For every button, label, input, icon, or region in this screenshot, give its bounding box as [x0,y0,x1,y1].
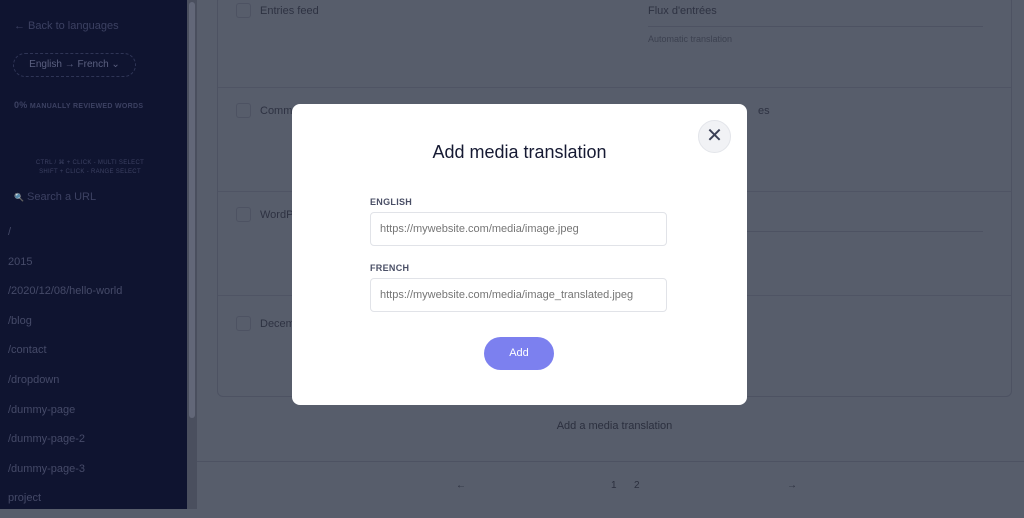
target-text[interactable]: Flux d'entrées [648,5,717,17]
search-url-input[interactable]: 🔍 Search a URL [14,191,96,203]
table-row: Entries feed Flux d'entrées Automatic tr… [218,0,1011,88]
url-item[interactable]: /dropdown [8,370,122,400]
url-item[interactable]: /dummy-page [8,400,122,430]
search-placeholder: Search a URL [27,191,97,203]
english-url-input[interactable] [370,212,667,246]
page-1-button[interactable]: 1 [611,480,617,491]
url-item[interactable]: /dummy-page-3 [8,459,122,489]
back-to-languages-link[interactable]: ← Back to languages [14,20,119,32]
url-item[interactable]: / [8,222,122,252]
reviewed-label: MANUALLY REVIEWED WORDS [29,103,144,110]
add-button[interactable]: Add [484,337,554,370]
url-item[interactable]: 2015 [8,252,122,282]
url-list: / 2015 /2020/12/08/hello-world /blog /co… [8,222,122,518]
reviewed-words-stat: 0% MANUALLY REVIEWED WORDS [14,100,143,110]
page-2-button[interactable]: 2 [634,480,640,491]
row-checkbox[interactable] [236,207,251,222]
range-select-hint: SHIFT + CLICK - RANGE SELECT [39,169,141,175]
url-item[interactable]: /2020/12/08/hello-world [8,281,122,311]
source-text: Decem [260,318,295,330]
english-label: ENGLISH [370,197,413,207]
french-url-input[interactable] [370,278,667,312]
source-text: Comm [260,105,293,117]
modal-title: Add media translation [432,142,607,162]
add-media-translation-link[interactable]: Add a media translation [197,420,1024,432]
sidebar: ← Back to languages English → French ⌄ 0… [0,0,187,509]
row-checkbox[interactable] [236,103,251,118]
source-text: WordP [260,209,294,221]
url-item[interactable]: /dummy-page-2 [8,429,122,459]
target-text[interactable]: es [758,105,770,117]
language-pair-dropdown[interactable]: English → French ⌄ [13,53,136,77]
row-checkbox[interactable] [236,316,251,331]
sidebar-scrollbar[interactable] [187,0,197,509]
prev-page-button[interactable]: ← [456,480,466,491]
next-page-button[interactable]: → [787,480,797,491]
row-checkbox[interactable] [236,3,251,18]
divider [648,26,983,27]
source-text: Entries feed [260,5,319,17]
french-label: FRENCH [370,263,410,273]
status-text: Automatic translation [648,34,733,44]
search-icon: 🔍 [14,193,24,202]
multi-select-hint: CTRL / ⌘ + CLICK - MULTI SELECT [35,160,145,166]
pagination: ← 1 2 → [197,461,1024,509]
add-media-translation-modal: ✕ Add media translation ENGLISH FRENCH A… [292,104,747,405]
url-item[interactable]: /contact [8,340,122,370]
url-item[interactable]: project [8,488,122,518]
reviewed-percent: 0% [14,100,28,110]
url-item[interactable]: /blog [8,311,122,341]
